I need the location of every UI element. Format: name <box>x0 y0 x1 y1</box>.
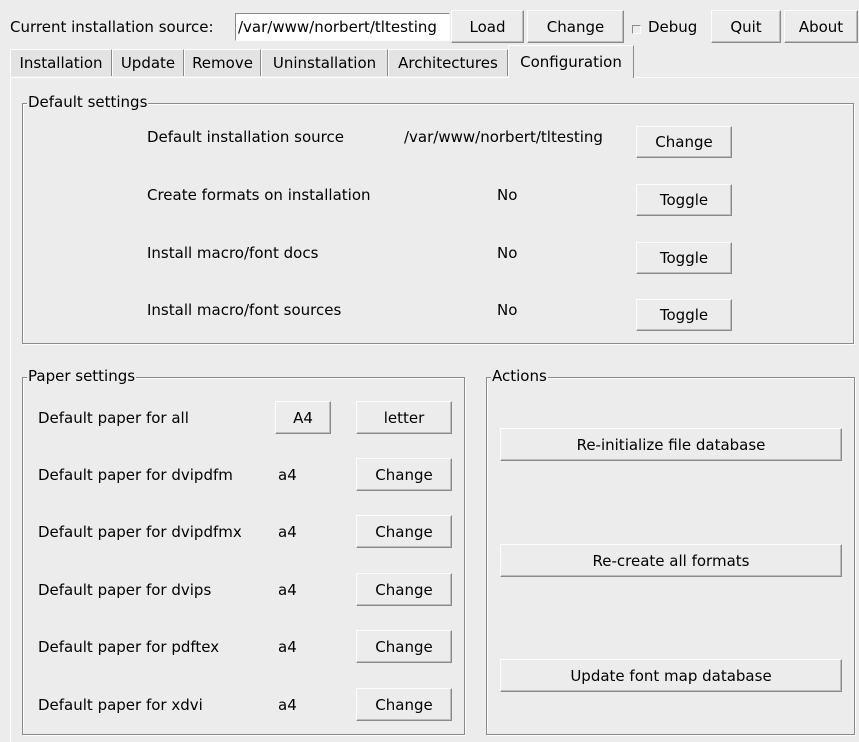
checkbox-indicator[interactable] <box>632 24 641 34</box>
tab-configuration[interactable]: Configuration <box>508 45 634 78</box>
about-button[interactable]: About <box>784 10 858 43</box>
change-xdvi-button[interactable]: Change <box>356 688 452 721</box>
paper-letter-button[interactable]: letter <box>356 401 452 434</box>
create-formats-value: No <box>497 186 518 204</box>
toggle-install-sources-button[interactable]: Toggle <box>636 299 732 331</box>
paper-dvipdfm-value: a4 <box>278 466 297 484</box>
paper-a4-button[interactable]: A4 <box>275 401 331 434</box>
toggle-create-formats-button[interactable]: Toggle <box>636 184 732 216</box>
quit-button[interactable]: Quit <box>711 10 781 43</box>
create-formats-label: Create formats on installation <box>147 186 371 204</box>
install-docs-value: No <box>497 244 518 262</box>
change-source-button[interactable]: Change <box>527 10 624 43</box>
paper-all-label: Default paper for all <box>38 409 189 427</box>
default-settings-title: Default settings <box>27 93 149 111</box>
tab-update[interactable]: Update <box>112 49 184 76</box>
default-source-value: /var/www/norbert/tltesting <box>404 128 603 146</box>
install-docs-label: Install macro/font docs <box>147 244 319 262</box>
change-default-source-button[interactable]: Change <box>636 126 732 158</box>
tab-remove[interactable]: Remove <box>184 49 261 76</box>
toggle-install-docs-button[interactable]: Toggle <box>636 242 732 274</box>
change-dvipdfm-button[interactable]: Change <box>356 458 452 491</box>
debug-checkbox[interactable]: Debug <box>630 14 697 40</box>
tab-installation[interactable]: Installation <box>10 49 112 76</box>
paper-pdftex-label: Default paper for pdftex <box>38 638 220 656</box>
paper-dvipdfm-label: Default paper for dvipdfm <box>38 466 233 484</box>
install-sources-label: Install macro/font sources <box>147 301 342 319</box>
source-label: Current installation source: <box>10 18 214 36</box>
change-dvipdfmx-button[interactable]: Change <box>356 515 452 548</box>
source-field[interactable]: /var/www/norbert/tltesting <box>235 13 450 41</box>
paper-dvips-label: Default paper for dvips <box>38 581 212 599</box>
paper-xdvi-label: Default paper for xdvi <box>38 696 203 714</box>
debug-label: Debug <box>648 18 698 36</box>
paper-dvipdfmx-label: Default paper for dvipdfmx <box>38 523 242 541</box>
recreate-formats-button[interactable]: Re-create all formats <box>500 544 842 577</box>
update-font-map-button[interactable]: Update font map database <box>500 659 842 692</box>
load-button[interactable]: Load <box>451 10 524 43</box>
install-sources-value: No <box>497 301 518 319</box>
change-pdftex-button[interactable]: Change <box>356 630 452 663</box>
reinit-file-database-button[interactable]: Re-initialize file database <box>500 428 842 461</box>
tab-architectures[interactable]: Architectures <box>388 49 508 76</box>
tab-uninstallation[interactable]: Uninstallation <box>261 49 388 76</box>
paper-dvipdfmx-value: a4 <box>278 523 297 541</box>
actions-title: Actions <box>491 367 548 385</box>
default-source-label: Default installation source <box>147 128 344 146</box>
change-dvips-button[interactable]: Change <box>356 573 452 606</box>
paper-pdftex-value: a4 <box>278 638 297 656</box>
paper-dvips-value: a4 <box>278 581 297 599</box>
paper-xdvi-value: a4 <box>278 696 297 714</box>
paper-settings-title: Paper settings <box>27 367 137 385</box>
